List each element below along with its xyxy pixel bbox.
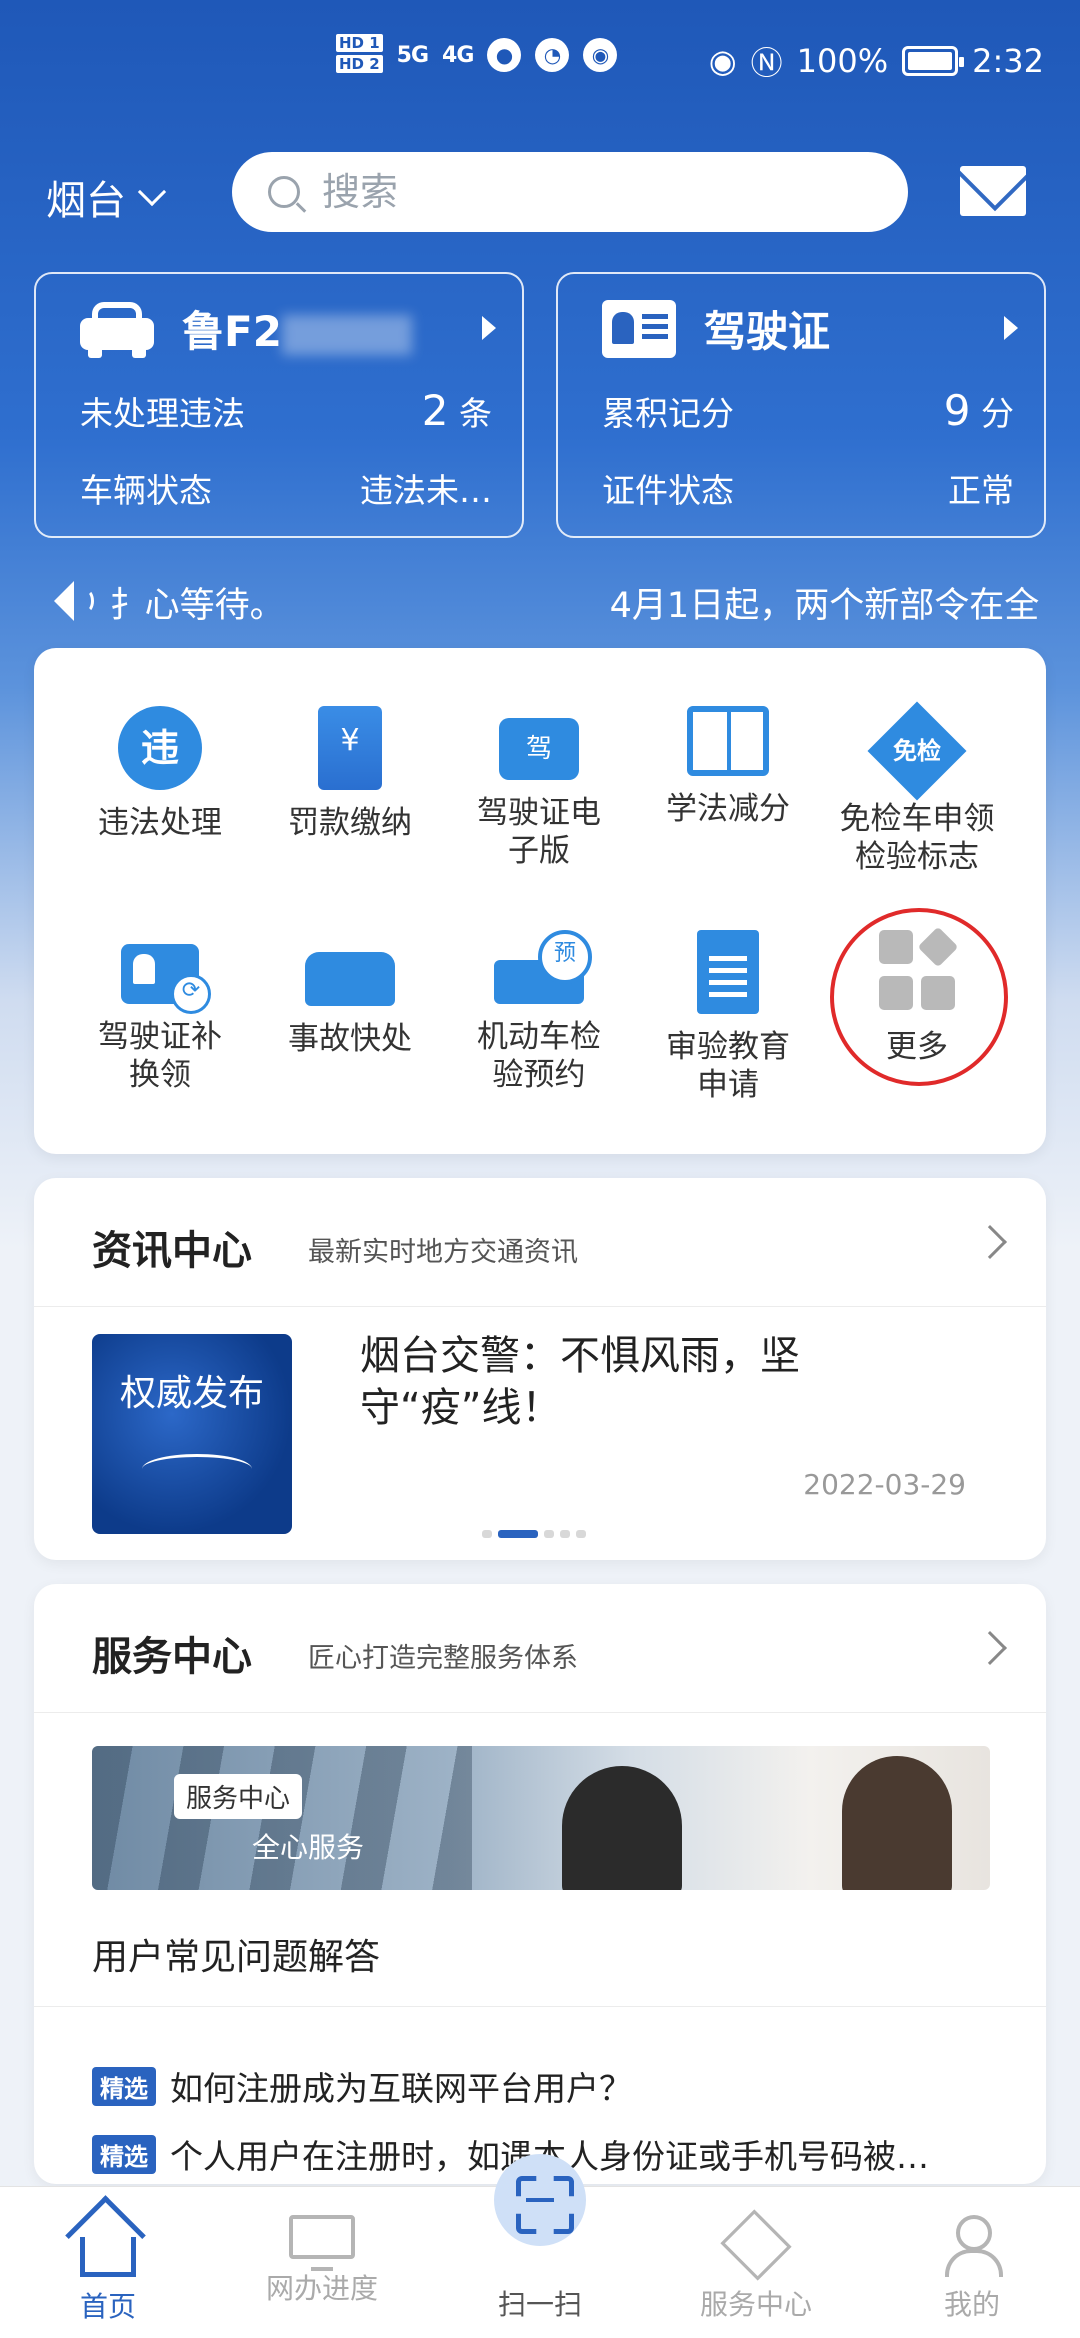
- service-label: 驾驶证电子版: [477, 795, 601, 869]
- nav-home[interactable]: 首页: [28, 2215, 188, 2325]
- service-section-subtitle: 匠心打造完整服务体系: [308, 1643, 578, 1674]
- vehicle-card[interactable]: 鲁F2 未处理违法 2 条 车辆状态 违法未…: [34, 272, 524, 538]
- service-label: 违法处理: [98, 805, 222, 841]
- license-title: 驾驶证: [704, 307, 831, 356]
- home-icon: [80, 2237, 136, 2277]
- mail-icon[interactable]: [960, 166, 1026, 216]
- battery-percent: 100%: [796, 42, 889, 80]
- divider: [34, 2006, 1046, 2007]
- carousel-indicator: [482, 1530, 586, 1538]
- violation-count: 2 条: [421, 386, 492, 435]
- battery-icon: [902, 46, 965, 76]
- highlight-circle-annotation: [830, 908, 1008, 1086]
- license-replace-icon: [121, 944, 211, 1014]
- clock: 2:32: [972, 42, 1044, 80]
- news-headline[interactable]: 烟台交警：不惧风雨，坚守“疫”线！: [360, 1330, 920, 1434]
- plate-number: 鲁F2: [182, 298, 412, 359]
- status-bar: HD 1 HD 2 5G 4G ● ◔ ◉ ◉ Ⓝ 100% 2:32: [0, 30, 1080, 94]
- study-book-icon: [687, 706, 769, 776]
- service-label: 事故快处: [288, 1021, 412, 1057]
- vehicle-status-label: 车辆状态: [80, 471, 212, 510]
- points-label: 累积记分: [602, 394, 734, 433]
- city-selector[interactable]: 烟台: [46, 168, 167, 226]
- service-accident[interactable]: 事故快处: [255, 930, 445, 1058]
- nav-progress[interactable]: 网办进度: [242, 2215, 402, 2307]
- chevron-right-icon[interactable]: [973, 1631, 1007, 1665]
- car-icon: [80, 300, 154, 358]
- points-value: 9 分: [943, 386, 1014, 435]
- service-license-replace[interactable]: 驾驶证补换领: [65, 930, 255, 1094]
- nav-mine[interactable]: 我的: [892, 2215, 1052, 2323]
- scan-icon[interactable]: [494, 2154, 586, 2246]
- e-license-icon: 驾: [499, 718, 579, 780]
- service-label: 审验教育申请: [666, 1029, 790, 1103]
- news-center-panel: 资讯中心 最新实时地方交通资讯 权威发布 烟台交警：不惧风雨，坚守“疫”线！ 2…: [34, 1178, 1046, 1560]
- accident-icon: [305, 952, 395, 1006]
- banner-subtitle: 全心服务: [252, 1831, 365, 1864]
- chevron-down-icon: [137, 177, 167, 207]
- divider: [34, 1306, 1046, 1307]
- news-thumbnail[interactable]: 权威发布: [92, 1334, 292, 1534]
- education-doc-icon: [697, 930, 759, 1014]
- service-label: 驾驶证补换领: [98, 1019, 222, 1093]
- news-section-title: 资讯中心: [92, 1228, 252, 1274]
- announcement-text-b: 4月1日起，两个新部令在全: [609, 585, 1040, 626]
- license-status-label: 证件状态: [602, 471, 734, 510]
- faq-item[interactable]: 精选 如何注册成为互联网平台用户？: [92, 2062, 1012, 2110]
- license-card[interactable]: 驾驶证 累积记分 9 分 证件状态 正常: [556, 272, 1046, 538]
- service-fine-payment[interactable]: ¥ 罚款缴纳: [255, 706, 445, 842]
- nav-service-center[interactable]: 服务中心: [676, 2209, 836, 2323]
- notification-icon: ●: [487, 38, 522, 72]
- app-notification-icon: ◔: [535, 38, 570, 72]
- signal-4g-icon: 4G: [442, 42, 474, 68]
- faq-title: 用户常见问题解答: [92, 1937, 381, 1978]
- speaker-icon: [44, 579, 100, 625]
- nfc-icon: Ⓝ: [750, 44, 783, 82]
- service-label: 免检车申领检验标志: [839, 801, 995, 875]
- license-icon: [602, 299, 676, 358]
- service-education-application[interactable]: 审验教育申请: [633, 930, 823, 1104]
- banner-tag: 服务中心: [174, 1774, 303, 1819]
- search-input[interactable]: [322, 170, 882, 214]
- service-label: 学法减分: [666, 791, 790, 827]
- news-section-subtitle: 最新实时地方交通资讯: [308, 1237, 578, 1268]
- license-status-value: 正常: [948, 471, 1014, 510]
- announcement-text-a: 扌心等待。: [109, 585, 285, 626]
- person-icon: [939, 2215, 1005, 2277]
- service-section-title: 服务中心: [92, 1634, 252, 1680]
- service-banner[interactable]: 服务中心 全心服务: [92, 1746, 990, 1890]
- arrow-right-icon: [1004, 316, 1018, 340]
- city-label: 烟台: [46, 178, 126, 224]
- announcement-marquee[interactable]: 扌心等待。 4月1日起，两个新部令在全: [44, 574, 1044, 630]
- divider: [34, 1712, 1046, 1713]
- violation-icon: 违: [118, 706, 202, 790]
- hd-indicator: HD 1 HD 2: [336, 34, 383, 76]
- fine-payment-icon: ¥: [318, 706, 382, 790]
- vehicle-status-value: 违法未…: [360, 471, 492, 510]
- featured-badge: 精选: [92, 2066, 156, 2106]
- service-label: 罚款缴纳: [288, 805, 412, 841]
- service-label: 机动车检验预约: [477, 1019, 601, 1093]
- service-exempt-inspection[interactable]: 免检 免检车申领检验标志: [822, 701, 1012, 876]
- inspection-booking-icon: [494, 930, 592, 1004]
- monitor-icon: [289, 2215, 355, 2271]
- signal-5g-icon: 5G: [396, 42, 429, 68]
- chevron-right-icon[interactable]: [973, 1225, 1007, 1259]
- eye-icon: ◉: [708, 42, 737, 80]
- exempt-inspection-icon: 免检: [867, 701, 967, 801]
- service-center-panel: 服务中心 匠心打造完整服务体系 服务中心 全心服务 用户常见问题解答 精选 如何…: [34, 1584, 1046, 2184]
- service-e-license[interactable]: 驾 驾驶证电子版: [444, 706, 634, 870]
- service-inspection-booking[interactable]: 机动车检验预约: [444, 930, 634, 1094]
- app-notification-icon-2: ◉: [583, 38, 618, 72]
- featured-badge: 精选: [92, 2134, 156, 2174]
- violation-label: 未处理违法: [80, 394, 245, 433]
- service-diamond-icon: [720, 2209, 792, 2281]
- search-bar[interactable]: [232, 152, 908, 232]
- news-date: 2022-03-29: [803, 1468, 966, 1501]
- arrow-right-icon: [482, 316, 496, 340]
- search-icon: [268, 176, 300, 208]
- service-study-points[interactable]: 学法减分: [633, 706, 823, 828]
- service-violation[interactable]: 违 违法处理: [65, 706, 255, 842]
